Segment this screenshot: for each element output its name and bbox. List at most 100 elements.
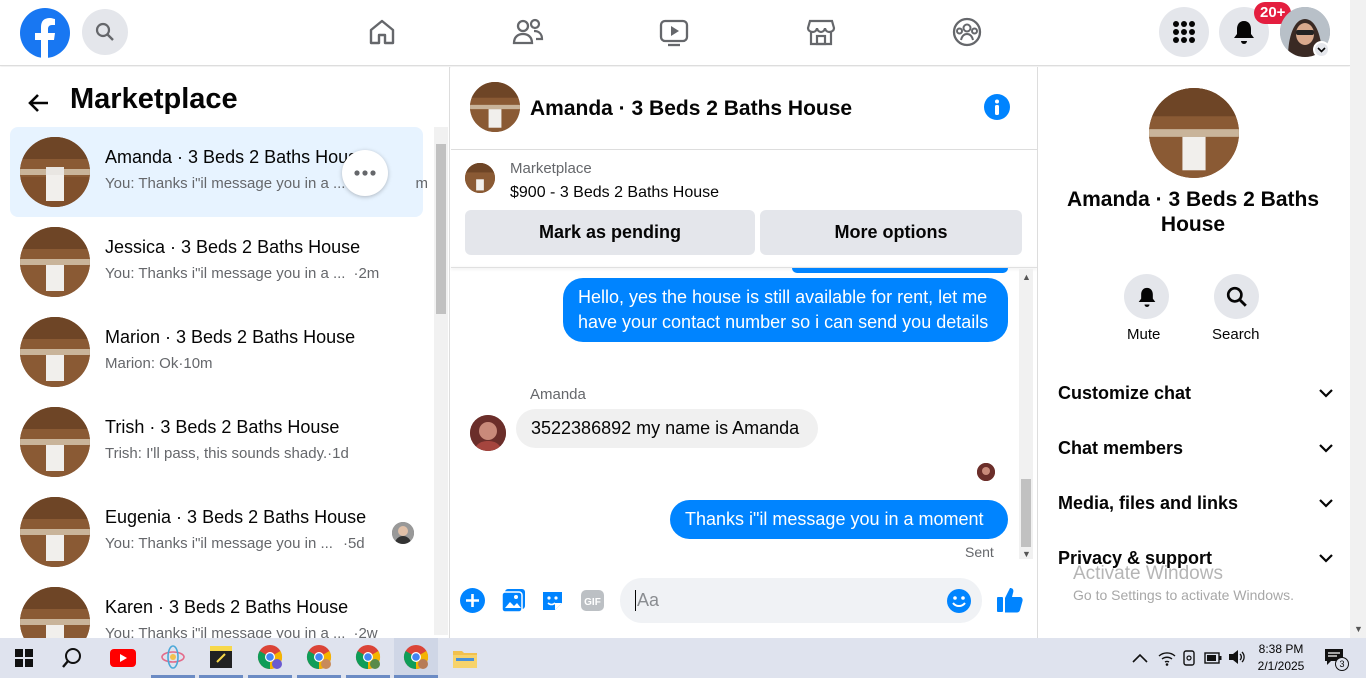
emoji-icon[interactable] [946,588,972,614]
conversation-item[interactable]: Amanda · 3 Beds 2 Baths House You: Thank… [10,127,428,217]
sticky-notes-icon[interactable] [199,638,243,678]
menu-grid-icon[interactable] [1159,7,1209,57]
info-icon[interactable] [984,94,1010,120]
conversation-item[interactable]: Karen · 3 Beds 2 Baths House You: Thanks… [10,577,423,638]
search-icon[interactable] [82,9,128,55]
volume-icon[interactable] [1228,649,1246,670]
plus-icon[interactable] [460,588,485,613]
battery-icon[interactable] [1204,651,1222,669]
conversation-item[interactable]: Jessica · 3 Beds 2 Baths House You: Than… [10,217,423,307]
section-chat-members[interactable]: Chat members [1058,438,1333,459]
facebook-logo[interactable] [20,8,70,58]
gif-icon[interactable]: GIF [580,588,605,613]
outgoing-message[interactable]: Hello, yes the house is still available … [563,278,1008,342]
file-explorer-icon[interactable] [443,638,487,678]
video-icon[interactable] [656,14,692,50]
more-options-button[interactable]: More options [760,210,1022,255]
chrome-icon[interactable] [297,638,341,678]
conversation-preview: You: Thanks i"il message you in a ... ·2w [105,625,378,638]
section-customize-chat[interactable]: Customize chat [1058,383,1333,404]
notification-count: 3 [1335,657,1349,671]
listing-thumbnail-large[interactable] [1149,88,1239,178]
search-button[interactable] [1214,274,1259,319]
activate-windows-subtitle: Go to Settings to activate Windows. [1073,587,1294,603]
conversation-preview: You: Thanks i"il message you in a ... ·2m [105,265,380,282]
section-label: Media, files and links [1058,493,1239,513]
scroll-up-arrow-icon[interactable]: ▲ [1022,272,1031,282]
page-scrollbar[interactable] [1350,0,1366,638]
read-receipt-avatar [392,522,414,544]
chat-details-title: Amanda · 3 Beds 2 Baths House [1066,188,1320,236]
sticker-icon[interactable] [540,588,565,613]
listing-thumbnail [20,317,90,387]
mute-label: Mute [1127,326,1161,343]
youtube-icon[interactable] [101,638,145,678]
message-input-placeholder: Aa [635,590,660,611]
chrome-icon[interactable] [248,638,292,678]
image-icon[interactable] [501,588,526,613]
page-title: Marketplace [70,83,238,115]
chevron-down-icon[interactable] [1313,41,1330,58]
conversation-title: Trish · 3 Beds 2 Baths House [105,417,340,437]
conversation-title: Jessica · 3 Beds 2 Baths House [105,237,361,257]
chat-panel: Amanda · 3 Beds 2 Baths House Marketplac… [451,67,1037,638]
section-label: Customize chat [1058,383,1192,403]
back-arrow-icon[interactable] [26,90,54,116]
chrome-icon[interactable] [346,638,390,678]
wifi-icon[interactable] [1158,650,1176,671]
chrome-icon[interactable] [394,638,438,678]
message-input[interactable]: Aa [620,578,982,623]
listing-thumbnail [20,137,90,207]
conversation-title: Eugenia · 3 Beds 2 Baths House [105,507,367,527]
taskbar-search-icon[interactable] [50,638,94,678]
app-icon[interactable] [151,638,195,678]
sender-avatar[interactable] [470,415,506,451]
activate-windows-title: Activate Windows [1073,563,1223,584]
listing-thumbnail [20,587,90,638]
search-label: Search [1212,326,1260,343]
scroll-down-arrow-icon[interactable]: ▼ [1022,549,1031,559]
clock[interactable]: 8:38 PM 2/1/2025 [1256,641,1306,675]
listing-thumbnail [20,227,90,297]
conversation-item[interactable]: Trish · 3 Beds 2 Baths House Trish: I'll… [10,397,423,487]
thumbs-up-icon[interactable] [995,585,1025,615]
outgoing-message[interactable]: Thanks i"il message you in a moment [670,500,1008,539]
top-navigation-bar: 20+ [0,0,1350,66]
sent-status: Sent [965,544,994,560]
incoming-message[interactable]: 3522386892 my name is Amanda [516,409,818,448]
more-options-icon[interactable] [342,150,388,196]
conversation-item[interactable]: Marion · 3 Beds 2 Baths House Marion: Ok… [10,307,423,397]
mark-as-pending-button[interactable]: Mark as pending [465,210,755,255]
listing-thumbnail [20,497,90,567]
conversation-item[interactable]: Eugenia · 3 Beds 2 Baths House You: Than… [10,487,423,577]
listing-price-title[interactable]: $900 - 3 Beds 2 Baths House [510,184,719,202]
mute-button[interactable] [1124,274,1169,319]
section-label: Chat members [1058,438,1184,458]
clock-date: 2/1/2025 [1257,659,1305,673]
chat-title[interactable]: Amanda · 3 Beds 2 Baths House [530,97,852,121]
device-icon[interactable] [1181,649,1197,672]
conversation-title: Marion · 3 Beds 2 Baths House [105,327,356,347]
clock-time: 8:38 PM [1258,642,1304,656]
scrollbar-thumb[interactable] [1021,479,1031,547]
windows-start-icon[interactable] [2,638,46,678]
windows-taskbar: 8:38 PM 2/1/2025 3 [0,638,1366,678]
conversation-preview: You: Thanks i"il message you in ... ·5d [105,535,365,552]
groups-icon[interactable] [949,14,985,50]
marketplace-icon[interactable] [803,14,839,50]
search-icon [1226,286,1247,307]
listing-thumbnail[interactable] [470,82,520,132]
chevron-up-icon[interactable] [1132,650,1148,668]
listing-thumbnail [20,407,90,477]
home-icon[interactable] [364,14,400,50]
seen-avatar [977,463,995,481]
scrollbar-thumb[interactable] [436,144,446,314]
chevron-down-icon [1319,444,1333,453]
section-media-files-links[interactable]: Media, files and links [1058,493,1333,514]
conversation-title: Karen · 3 Beds 2 Baths House [105,597,349,617]
page-scroll-down-icon[interactable]: ▼ [1354,624,1363,634]
chevron-down-icon [1319,499,1333,508]
svg-text:GIF: GIF [584,597,601,608]
friends-icon[interactable] [510,14,546,50]
conversation-title: Amanda · 3 Beds 2 Baths House [105,147,355,167]
